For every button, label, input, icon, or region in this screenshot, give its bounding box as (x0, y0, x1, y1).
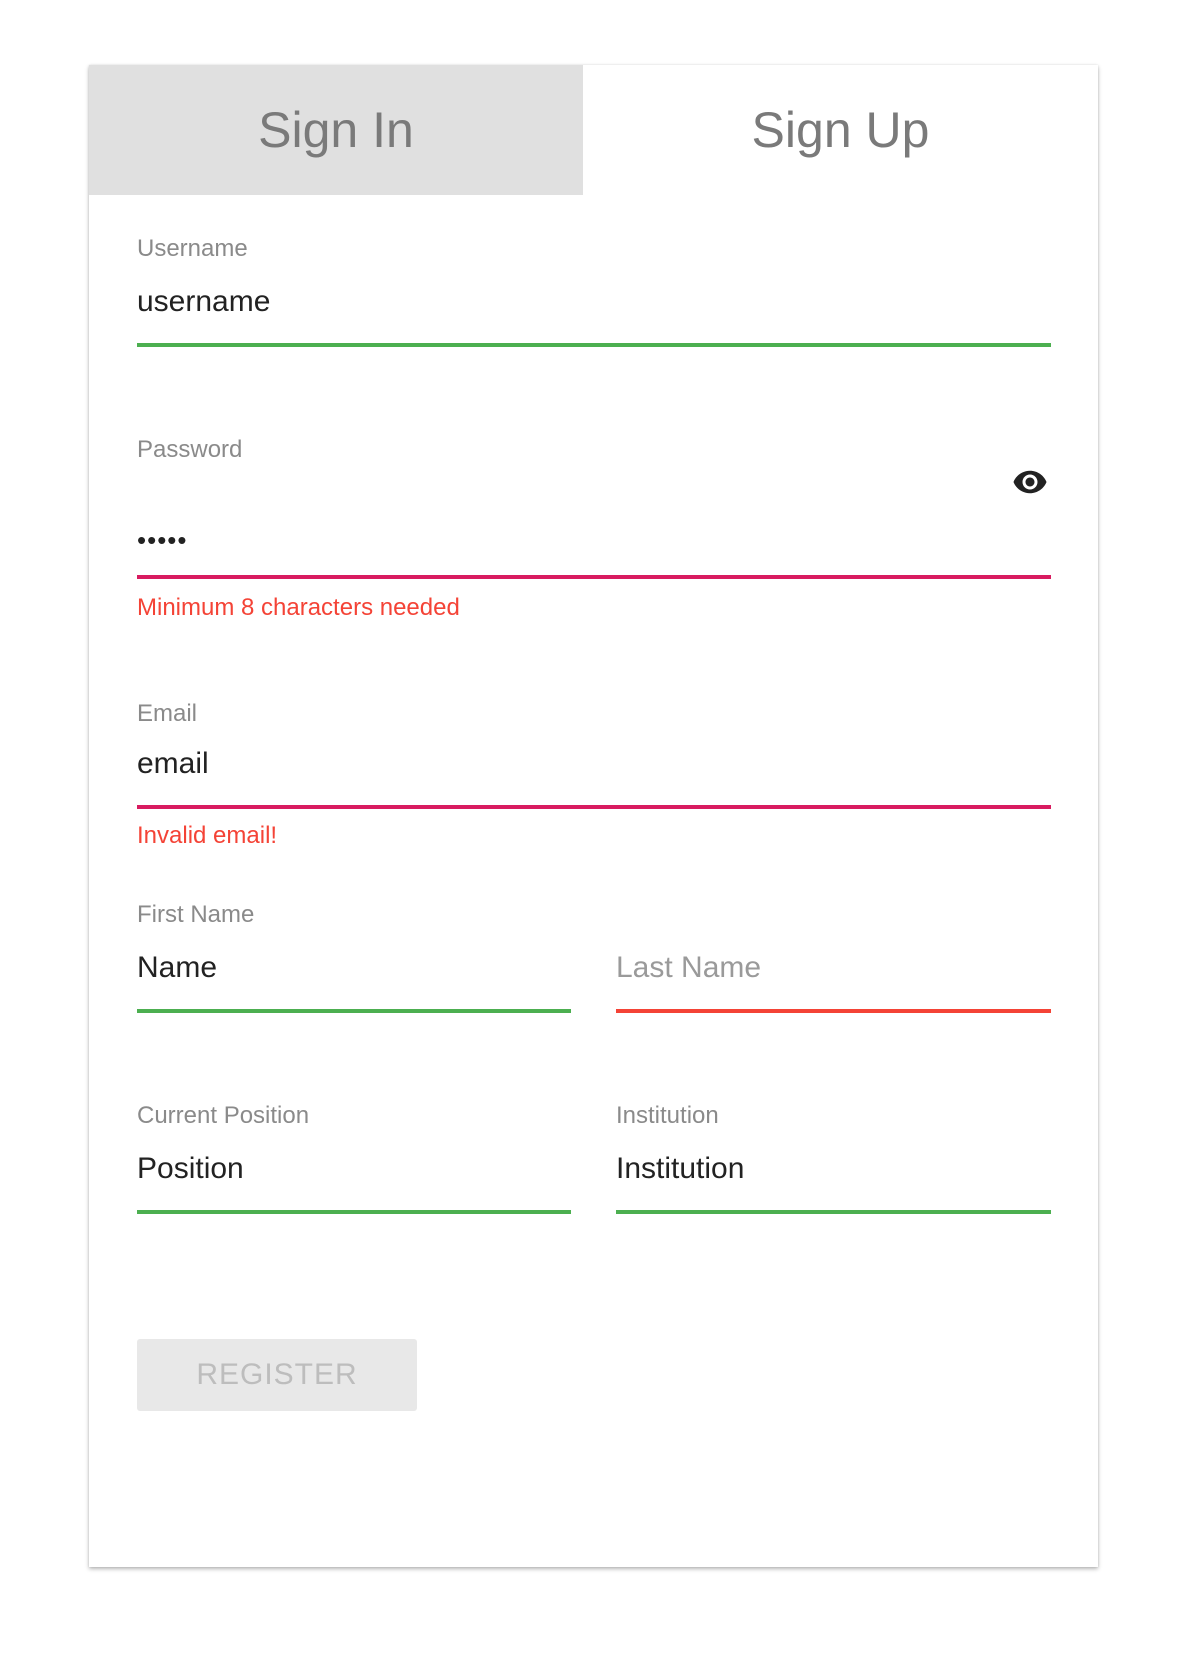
auth-card: Sign In Sign Up Username Password ••••• … (89, 65, 1098, 1567)
email-error: Invalid email! (137, 822, 278, 849)
first-name-field: First Name (137, 901, 571, 1021)
email-underline (137, 805, 1051, 809)
last-name-field (616, 901, 1051, 1021)
first-name-label: First Name (137, 901, 255, 928)
password-label: Password (137, 436, 243, 463)
institution-label: Institution (616, 1102, 719, 1129)
username-label: Username (137, 235, 248, 262)
email-field: Email Invalid email! (137, 700, 1051, 849)
username-field: Username (137, 235, 1051, 355)
username-input[interactable] (137, 282, 1051, 322)
position-field: Current Position (137, 1102, 571, 1222)
tab-sign-in[interactable]: Sign In (89, 65, 583, 195)
password-underline (137, 575, 1051, 579)
password-input[interactable]: ••••• (137, 520, 997, 560)
username-underline (137, 343, 1051, 347)
tab-sign-up[interactable]: Sign Up (583, 65, 1098, 195)
email-label: Email (137, 700, 198, 727)
password-error: Minimum 8 characters needed (137, 594, 460, 621)
position-underline (137, 1210, 571, 1214)
institution-field: Institution (616, 1102, 1051, 1222)
auth-tabs: Sign In Sign Up (89, 65, 1098, 195)
register-button[interactable]: REGISTER (137, 1339, 417, 1411)
position-label: Current Position (137, 1102, 310, 1129)
password-field: Password ••••• Minimum 8 characters need… (137, 436, 1051, 626)
first-name-underline (137, 1009, 571, 1013)
last-name-input[interactable] (616, 948, 1051, 988)
email-input[interactable] (137, 744, 1051, 784)
first-name-input[interactable] (137, 948, 571, 988)
institution-input[interactable] (616, 1149, 1051, 1189)
eye-icon[interactable] (1007, 464, 1053, 500)
position-input[interactable] (137, 1149, 571, 1189)
institution-underline (616, 1210, 1051, 1214)
last-name-underline (616, 1009, 1051, 1013)
